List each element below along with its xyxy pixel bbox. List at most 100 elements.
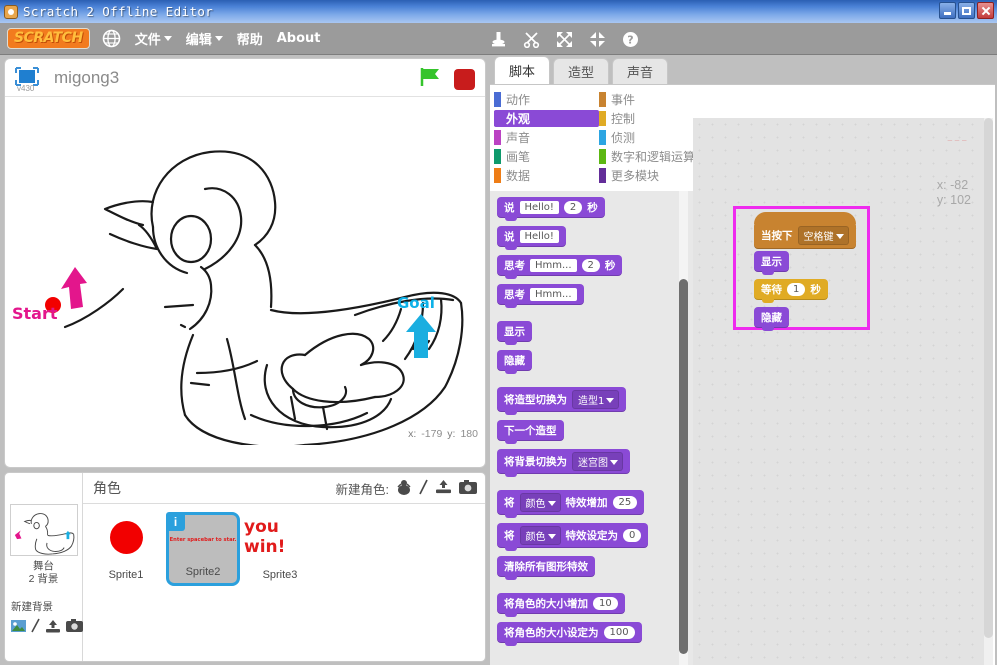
- menu-edit-label: 编辑: [185, 33, 212, 48]
- think-for-secs-text-field[interactable]: Hmm...: [530, 259, 577, 272]
- set-size-number-field[interactable]: 100: [603, 626, 635, 639]
- grow-icon[interactable]: [556, 31, 573, 48]
- palette-block-switch-backdrop[interactable]: 将背景切换为 迷宫图: [497, 449, 630, 477]
- tab-sounds-label: 声音: [627, 65, 654, 80]
- stage-selector[interactable]: 舞台 2 背景 新建背景: [5, 473, 83, 661]
- say-for-secs-text-field[interactable]: Hello!: [519, 201, 559, 214]
- category-sound[interactable]: 声音: [494, 129, 599, 146]
- category-events[interactable]: 事件: [599, 91, 714, 108]
- palette-block-think[interactable]: 思考 Hmm...: [497, 284, 584, 308]
- category-motion[interactable]: 动作: [494, 91, 599, 108]
- camera-icon[interactable]: [66, 619, 83, 637]
- palette-block-switch-costume[interactable]: 将造型切换为 造型1: [497, 387, 627, 415]
- think-for-secs-label-0: 思考: [504, 260, 525, 272]
- hide-label-0: 隐藏: [504, 355, 525, 367]
- sprite-upload-icon[interactable]: [435, 479, 452, 497]
- menubar: SCRATCH 文件 编辑 帮助 About ?: [0, 23, 997, 55]
- library-icon[interactable]: [11, 619, 26, 638]
- think-text-field[interactable]: Hmm...: [530, 288, 577, 301]
- sprite-card-sprite3[interactable]: you win! Sprite3: [243, 512, 317, 586]
- set-effect-number-field[interactable]: 0: [623, 529, 642, 542]
- block-palette[interactable]: 说 Hello! 2 秒说 Hello! 思考 Hmm... 2 秒思考 Hmm... 显示 隐藏 将造…: [490, 191, 693, 665]
- stop-icon[interactable]: [454, 69, 475, 90]
- palette-scrollbar-thumb[interactable]: [679, 279, 688, 654]
- palette-block-next-costume[interactable]: 下一个造型: [497, 420, 564, 444]
- stage-thumbnail[interactable]: [9, 504, 78, 556]
- shrink-icon[interactable]: [589, 31, 606, 48]
- stage-header: v430 migong3: [5, 59, 485, 97]
- paint-icon[interactable]: [31, 618, 40, 638]
- block-when-key-pressed[interactable]: 当按下 空格键: [754, 212, 856, 249]
- sprite-thumbnail-list: Sprite1 i Enter spacebar to star. Sprite…: [83, 504, 485, 594]
- switch-costume-dropdown[interactable]: 造型1: [572, 390, 620, 409]
- stage-controls: [419, 66, 475, 93]
- category-pen-label: 画笔: [506, 150, 531, 164]
- chevron-down-icon: [214, 36, 223, 41]
- tab-costumes[interactable]: 造型: [553, 58, 610, 84]
- close-button[interactable]: [977, 2, 994, 19]
- globe-icon[interactable]: [102, 29, 121, 48]
- palette-block-set-size[interactable]: 将角色的大小设定为 100: [497, 622, 642, 646]
- palette-block-change-size[interactable]: 将角色的大小增加 10: [497, 593, 625, 617]
- palette-block-say-for-secs[interactable]: 说 Hello! 2 秒: [497, 197, 605, 221]
- category-pen-swatch: [494, 149, 501, 164]
- tab-sounds[interactable]: 声音: [612, 58, 669, 84]
- scratch-offline-editor-window: Scratch 2 Offline Editor SCRATCH 文件 编辑 帮…: [0, 0, 997, 665]
- upload-icon[interactable]: [45, 619, 61, 638]
- green-flag-icon[interactable]: [419, 66, 442, 93]
- say-for-secs-number-field[interactable]: 2: [563, 201, 583, 214]
- menu-file[interactable]: 文件: [135, 29, 172, 48]
- sprite-list-header: 角色 新建角色:: [83, 473, 485, 504]
- menu-about[interactable]: About: [277, 31, 321, 46]
- menu-help[interactable]: 帮助: [237, 29, 263, 48]
- sprite-card-sprite1[interactable]: Sprite1: [89, 512, 163, 586]
- scissors-icon[interactable]: [523, 31, 540, 48]
- palette-block-think-for-secs[interactable]: 思考 Hmm... 2 秒: [497, 255, 623, 279]
- stage-canvas[interactable]: Start Goal x: -179 y: 180: [5, 97, 485, 445]
- tab-scripts[interactable]: 脚本: [494, 56, 551, 84]
- menu-edit[interactable]: 编辑: [186, 29, 223, 48]
- category-pen[interactable]: 画笔: [494, 148, 599, 165]
- block-wait[interactable]: 等待 1 秒: [754, 279, 828, 303]
- maximize-button[interactable]: [958, 2, 975, 19]
- switch-backdrop-dropdown[interactable]: 迷宫图: [572, 452, 623, 471]
- scratch-logo[interactable]: SCRATCH: [7, 28, 90, 49]
- sprite-camera-icon[interactable]: [459, 479, 477, 497]
- change-effect-number-field[interactable]: 25: [612, 496, 638, 509]
- think-for-secs-label-3: 秒: [604, 260, 616, 272]
- block-wait-label: 等待: [761, 284, 782, 296]
- sprite-library-icon[interactable]: [396, 479, 412, 498]
- palette-block-show[interactable]: 显示: [497, 321, 532, 345]
- palette-block-set-effect[interactable]: 将颜色 特效设定为 0: [497, 523, 649, 551]
- block-hide[interactable]: 隐藏: [754, 307, 789, 331]
- block-show[interactable]: 显示: [754, 251, 789, 275]
- set-effect-dropdown[interactable]: 颜色: [519, 526, 561, 545]
- scripts-canvas[interactable]: — — — x: -82 y: 102 当按下 空格键 显示 等待 1 秒 隐藏: [693, 118, 989, 665]
- duplicate-icon[interactable]: [490, 31, 507, 48]
- info-icon[interactable]: i: [166, 512, 185, 531]
- stage-coord-y-value: 180: [460, 428, 478, 440]
- wait-seconds-field[interactable]: 1: [787, 283, 806, 296]
- category-looks[interactable]: 外观: [494, 110, 599, 127]
- sprite1-thumbnail: [90, 512, 162, 562]
- palette-scrollbar[interactable]: [679, 191, 688, 665]
- change-effect-dropdown[interactable]: 颜色: [519, 493, 561, 512]
- palette-block-clear-effects[interactable]: 清除所有图形特效: [497, 556, 595, 580]
- category-data[interactable]: 数据: [494, 167, 599, 184]
- sprite-card-sprite2[interactable]: i Enter spacebar to star. Sprite2: [166, 512, 240, 586]
- say-text-field[interactable]: Hello!: [519, 230, 559, 243]
- scripts-scrollbar[interactable]: [984, 118, 993, 665]
- think-for-secs-number-field[interactable]: 2: [581, 259, 600, 272]
- palette-block-say[interactable]: 说 Hello!: [497, 226, 566, 250]
- scripts-scrollbar-thumb[interactable]: [984, 118, 993, 638]
- minimize-button[interactable]: [939, 2, 956, 19]
- sprite-coord-x-value: -82: [950, 178, 969, 192]
- block-notch: [505, 275, 517, 279]
- key-dropdown[interactable]: 空格键: [797, 226, 849, 245]
- sprite-paint-icon[interactable]: [419, 479, 428, 498]
- help-icon[interactable]: ?: [622, 31, 639, 48]
- change-size-number-field[interactable]: 10: [593, 597, 618, 610]
- script-stack[interactable]: 当按下 空格键 显示 等待 1 秒 隐藏: [754, 212, 867, 336]
- palette-block-change-effect[interactable]: 将颜色 特效增加 25: [497, 490, 645, 518]
- palette-block-hide[interactable]: 隐藏: [497, 350, 532, 374]
